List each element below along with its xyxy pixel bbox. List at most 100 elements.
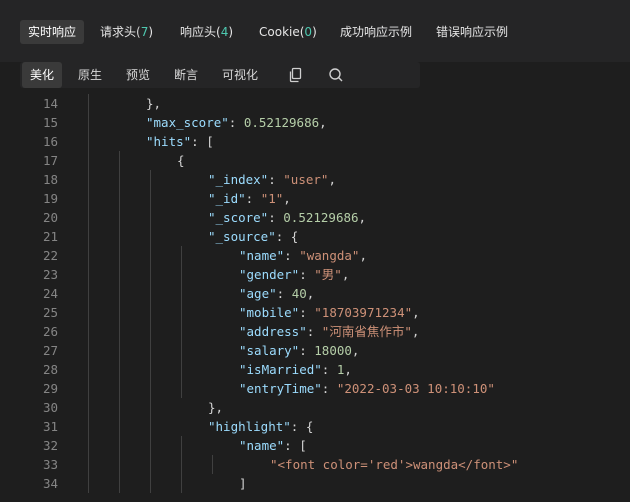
- indent-guide: [88, 265, 89, 284]
- copy-icon[interactable]: [287, 66, 305, 84]
- code-line: 31 "highlight": {: [20, 417, 630, 436]
- paren-close: ): [228, 25, 234, 39]
- tab-label: 实时响应: [28, 25, 77, 39]
- tab-live-response[interactable]: 实时响应: [20, 20, 85, 44]
- response-tabs-bar: 实时响应 请求头(7) 响应头(4) Cookie(0) 成功响应示例 错误响应…: [0, 0, 630, 62]
- view-preview-button[interactable]: 预览: [118, 62, 158, 88]
- indent-guide: [88, 132, 89, 151]
- view-beautify-button[interactable]: 美化: [22, 62, 63, 88]
- line-number: 22: [42, 248, 58, 263]
- indent-guide: [88, 189, 89, 208]
- line-number: 24: [42, 286, 58, 301]
- code-token: "max_score": [146, 115, 229, 130]
- code-token: "address": [239, 324, 307, 339]
- indent-guide: [88, 284, 89, 303]
- line-number: 17: [42, 153, 58, 168]
- indent-guide: [150, 474, 151, 493]
- indent-guide: [150, 455, 151, 474]
- indent-guide: [88, 398, 89, 417]
- tab-success-example[interactable]: 成功响应示例: [332, 20, 420, 44]
- line-number: 23: [42, 267, 58, 282]
- code-token: : [: [284, 438, 307, 453]
- tab-error-example[interactable]: 错误响应示例: [428, 20, 516, 44]
- tab-label: 请求头: [100, 25, 137, 39]
- indent-guide: [88, 170, 89, 189]
- code-token: :: [299, 305, 315, 320]
- indent-guide: [150, 436, 151, 455]
- code-token: "user": [283, 172, 329, 187]
- code-token: "gender": [239, 267, 300, 282]
- code-token: 0.52129686: [283, 210, 359, 225]
- code-line: 22 "name": "wangda",: [20, 246, 630, 265]
- line-number: 25: [42, 305, 58, 320]
- code-token: :: [228, 115, 244, 130]
- code-line: 19 "_id": "1",: [20, 189, 630, 208]
- code-line: 23 "gender": "男",: [20, 265, 630, 284]
- response-body-editor[interactable]: 14}, 15 "max_score": 0.52129686, 16 "hits": …: [20, 94, 630, 502]
- view-assert-button[interactable]: 断言: [166, 62, 206, 88]
- code-token: ,: [283, 191, 291, 206]
- indent-guide: [88, 151, 89, 170]
- code-token: },: [146, 96, 162, 111]
- line-number: 26: [42, 324, 58, 339]
- tab-response-headers[interactable]: 响应头(4): [172, 20, 241, 44]
- code-text: "mobile": "18703971234",: [239, 303, 420, 322]
- search-icon[interactable]: [327, 66, 345, 84]
- code-token: "age": [239, 286, 277, 301]
- code-line: 28 "isMarried": 1,: [20, 360, 630, 379]
- code-text: "address": "河南省焦作市",: [239, 322, 419, 341]
- code-token: :: [321, 362, 337, 377]
- code-token: "18703971234": [314, 305, 413, 320]
- indent-guide: [150, 379, 151, 398]
- indent-guide: [119, 417, 120, 436]
- code-text: "name": [: [239, 436, 307, 455]
- line-number: 32: [42, 438, 58, 453]
- code-token: :: [321, 381, 337, 396]
- code-text: "highlight": {: [208, 417, 313, 436]
- code-token: ,: [351, 343, 360, 358]
- code-line: 24 "age": 40,: [20, 284, 630, 303]
- indent-guide: [88, 417, 89, 436]
- tab-request-headers[interactable]: 请求头(7): [92, 20, 161, 44]
- code-text: "hits": [: [146, 132, 214, 151]
- code-token: "_id": [208, 191, 246, 206]
- code-token: "_score": [208, 210, 269, 225]
- indent-guide: [119, 246, 120, 265]
- paren-close: ): [312, 25, 317, 39]
- code-text: "age": 40,: [239, 284, 314, 303]
- indent-guide: [119, 436, 120, 455]
- code-token: "hits": [146, 134, 192, 149]
- indent-guide: [119, 341, 120, 360]
- code-token: 40: [291, 286, 307, 301]
- line-number: 29: [42, 381, 58, 396]
- code-line: 15 "max_score": 0.52129686,: [20, 113, 630, 132]
- code-token: "mobile": [239, 305, 300, 320]
- indent-guide: [181, 341, 182, 360]
- indent-guide: [119, 265, 120, 284]
- indent-guide: [88, 360, 89, 379]
- code-line: 33 "<font color='red'>wangda</font>": [20, 455, 630, 474]
- indent-guide: [181, 284, 182, 303]
- code-token: : {: [290, 419, 314, 434]
- view-raw-button[interactable]: 原生: [70, 62, 110, 88]
- code-line: 32 "name": [: [20, 436, 630, 455]
- code-text: ]: [239, 474, 247, 493]
- indent-guide: [88, 474, 89, 493]
- code-token: ,: [411, 324, 420, 339]
- view-mode-bar: 美化 原生 预览 断言 可视化: [20, 62, 420, 88]
- tab-label: 响应头: [180, 25, 217, 39]
- code-token: :: [245, 191, 261, 206]
- code-line: 29 "entryTime": "2022-03-03 10:10:10": [20, 379, 630, 398]
- view-visualize-button[interactable]: 可视化: [214, 62, 266, 88]
- line-number: 18: [42, 172, 58, 187]
- code-line: 34]: [20, 474, 630, 493]
- code-line: 16 "hits": [: [20, 132, 630, 151]
- indent-guide: [181, 246, 182, 265]
- code-line: 14},: [20, 94, 630, 113]
- tab-cookie[interactable]: Cookie(0): [251, 20, 325, 44]
- code-token: ,: [359, 248, 367, 263]
- code-line: 20 "_score": 0.52129686,: [20, 208, 630, 227]
- indent-guide: [150, 322, 151, 341]
- indent-guide: [150, 417, 151, 436]
- indent-guide: [88, 322, 89, 341]
